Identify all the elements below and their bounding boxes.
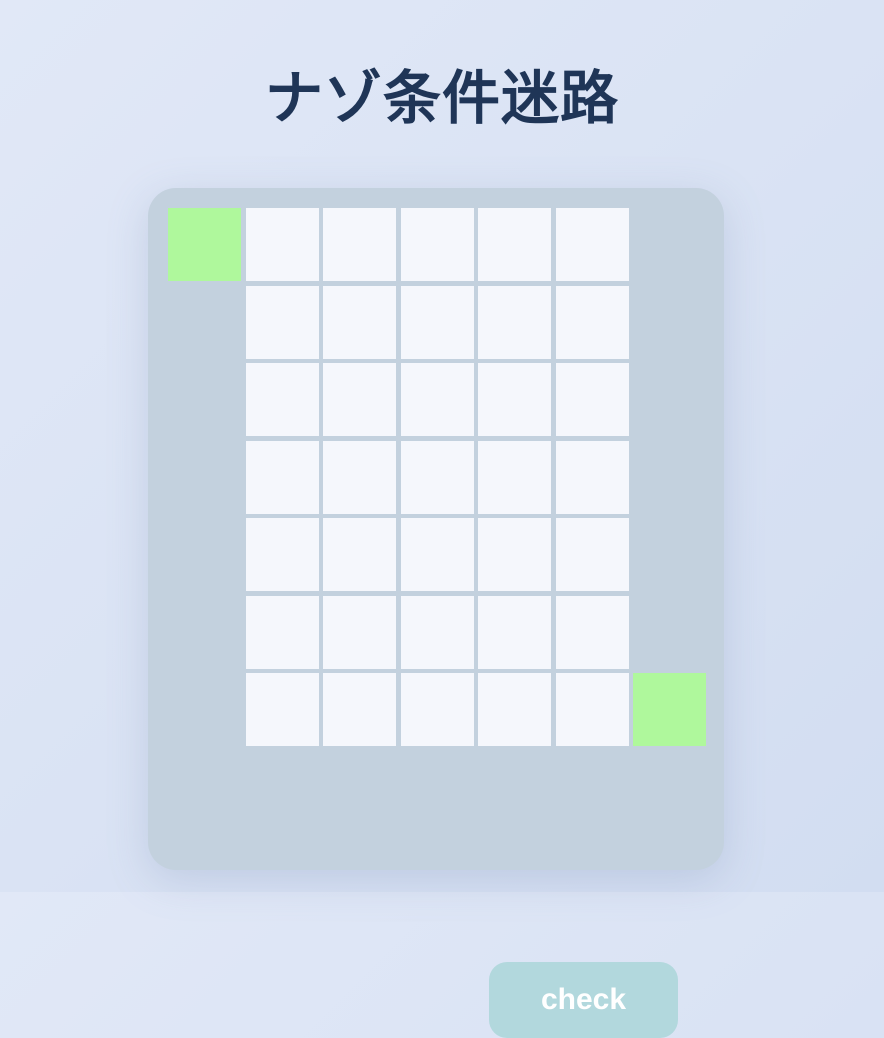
- maze-cell[interactable]: [323, 363, 396, 436]
- maze-cell[interactable]: [323, 518, 396, 591]
- maze-cell[interactable]: [556, 596, 629, 669]
- maze-cell[interactable]: [478, 286, 551, 359]
- maze-cell[interactable]: [401, 518, 474, 591]
- maze-cell[interactable]: [246, 596, 319, 669]
- maze-goal-cell[interactable]: [633, 673, 706, 746]
- maze-board: check: [148, 188, 724, 1038]
- maze-cell[interactable]: [401, 673, 474, 746]
- maze-cell[interactable]: [246, 363, 319, 436]
- maze-cell[interactable]: [246, 286, 319, 359]
- maze-cell[interactable]: [323, 596, 396, 669]
- maze-cell[interactable]: [323, 208, 396, 281]
- maze-cell[interactable]: [556, 208, 629, 281]
- maze-cell[interactable]: [478, 363, 551, 436]
- maze-cell[interactable]: [246, 208, 319, 281]
- maze-cell[interactable]: [556, 673, 629, 746]
- maze-cell[interactable]: [401, 208, 474, 281]
- maze-cell[interactable]: [323, 673, 396, 746]
- maze-start-cell[interactable]: [168, 208, 241, 281]
- maze-cell[interactable]: [246, 441, 319, 514]
- maze-cell[interactable]: [401, 441, 474, 514]
- maze-cell[interactable]: [478, 673, 551, 746]
- maze-cell[interactable]: [323, 286, 396, 359]
- maze-cell[interactable]: [478, 441, 551, 514]
- check-button[interactable]: check: [489, 962, 678, 1038]
- maze-cell[interactable]: [323, 441, 396, 514]
- maze-cell[interactable]: [556, 441, 629, 514]
- maze-cell[interactable]: [556, 363, 629, 436]
- maze-cell[interactable]: [478, 596, 551, 669]
- page-title: ナゾ条件迷路: [264, 64, 619, 132]
- maze-cell[interactable]: [478, 518, 551, 591]
- maze-cell[interactable]: [556, 518, 629, 591]
- maze-cell[interactable]: [246, 518, 319, 591]
- maze-cell[interactable]: [556, 286, 629, 359]
- maze-cell[interactable]: [246, 673, 319, 746]
- maze-cell[interactable]: [401, 363, 474, 436]
- maze-cell[interactable]: [401, 596, 474, 669]
- maze-cell[interactable]: [401, 286, 474, 359]
- maze-cell[interactable]: [478, 208, 551, 281]
